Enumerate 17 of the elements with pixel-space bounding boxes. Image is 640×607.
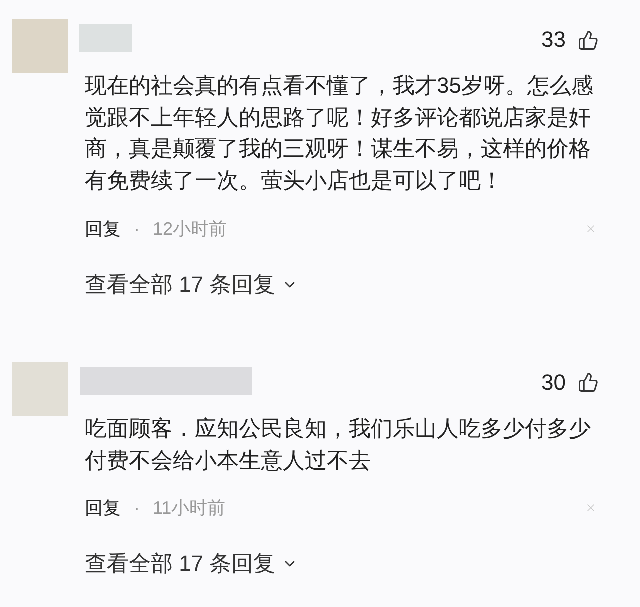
comment-text: 吃面顾客．应知公民良知，我们乐山人吃多少付多少付费不会给小本生意人过不去 xyxy=(85,414,592,475)
thumbs-up-icon[interactable] xyxy=(578,372,599,394)
comment-time: 12小时前 xyxy=(153,218,228,241)
comment-time: 11小时前 xyxy=(153,497,226,520)
blurred-username xyxy=(79,24,132,52)
comment-text: 现在的社会真的有点看不懂了，我才35岁呀。怎么感觉跟不上年轻人的思路了呢！好多评论都说店家是奸商，真是颠覆了我的三观呀！谋生不易，这样的价格有免费续了一次。萤头小店也是可以了吧！ xyxy=(85,72,594,196)
reply-button[interactable]: 回复 xyxy=(85,216,121,241)
avatar-placeholder xyxy=(12,19,68,73)
like-button[interactable]: 30 xyxy=(542,368,599,397)
reply-button[interactable]: 回复 xyxy=(85,496,121,520)
view-replies-button[interactable]: 查看全部 17 条回复 xyxy=(85,270,298,299)
like-button[interactable]: 33 xyxy=(542,26,599,54)
view-replies-button[interactable]: 查看全部 17 条回复 xyxy=(85,550,298,578)
avatar-placeholder xyxy=(12,362,68,416)
thumbs-up-icon[interactable] xyxy=(578,30,599,50)
separator: · xyxy=(134,218,140,241)
separator: · xyxy=(134,497,140,520)
